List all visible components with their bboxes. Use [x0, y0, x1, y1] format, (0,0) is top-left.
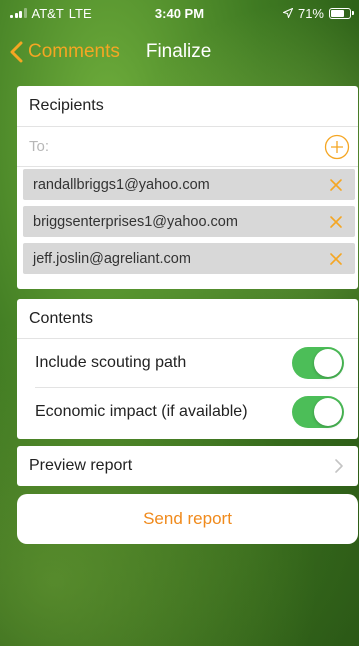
- close-icon[interactable]: [329, 215, 343, 229]
- back-button-label: Comments: [28, 41, 120, 62]
- recipient-email: briggsenterprises1@yahoo.com: [33, 213, 238, 230]
- option-row-scouting-path: Include scouting path: [17, 339, 358, 387]
- battery-fill: [331, 9, 344, 17]
- plus-circle-icon[interactable]: [324, 134, 350, 160]
- recipient-email: jeff.joslin@agreliant.com: [33, 250, 191, 267]
- preview-report-row[interactable]: Preview report: [17, 446, 358, 486]
- recipient-chip[interactable]: randallbriggs1@yahoo.com: [23, 169, 355, 200]
- option-label: Include scouting path: [35, 354, 187, 371]
- send-report-button[interactable]: Send report: [17, 494, 358, 544]
- status-time: 3:40 PM: [154, 5, 205, 21]
- close-icon[interactable]: [329, 178, 343, 192]
- chevron-right-icon: [335, 459, 343, 473]
- to-field[interactable]: To:: [17, 126, 358, 166]
- contents-header: Contents: [17, 299, 358, 339]
- to-placeholder: To:: [29, 138, 50, 155]
- toggle-knob: [314, 398, 342, 426]
- recipients-header: Recipients: [29, 97, 104, 114]
- nav-bar: Comments Finalize: [0, 30, 359, 74]
- back-button[interactable]: Comments: [8, 41, 120, 63]
- carrier-label: AT&T: [31, 5, 64, 21]
- scouting-path-toggle[interactable]: [292, 347, 344, 379]
- preview-report-label: Preview report: [29, 457, 133, 474]
- economic-impact-toggle[interactable]: [292, 396, 344, 428]
- signal-icon: [10, 8, 27, 18]
- recipient-email: randallbriggs1@yahoo.com: [33, 176, 210, 193]
- recipients-card: Recipients To: randallbriggs1@yahoo.com …: [17, 86, 358, 289]
- status-left: AT&T LTE: [10, 6, 92, 21]
- network-label: LTE: [68, 5, 92, 21]
- option-label: Economic impact (if available): [35, 403, 248, 420]
- recipient-chip[interactable]: briggsenterprises1@yahoo.com: [23, 206, 355, 237]
- toggle-knob: [314, 349, 342, 377]
- option-row-economic-impact: Economic impact (if available): [17, 388, 358, 436]
- status-right: 71%: [282, 5, 354, 21]
- recipient-list: randallbriggs1@yahoo.com briggsenterpris…: [17, 166, 358, 274]
- battery-percent: 71%: [297, 5, 324, 21]
- page-title: Finalize: [145, 41, 212, 62]
- close-icon[interactable]: [329, 252, 343, 266]
- recipient-chip[interactable]: jeff.joslin@agreliant.com: [23, 243, 355, 274]
- chevron-left-icon: [10, 41, 23, 63]
- location-arrow-icon: [282, 8, 293, 18]
- contents-card: Contents Include scouting path Economic …: [17, 299, 358, 439]
- battery-icon: [329, 7, 354, 19]
- status-bar: AT&T LTE 3:40 PM 71%: [0, 0, 359, 26]
